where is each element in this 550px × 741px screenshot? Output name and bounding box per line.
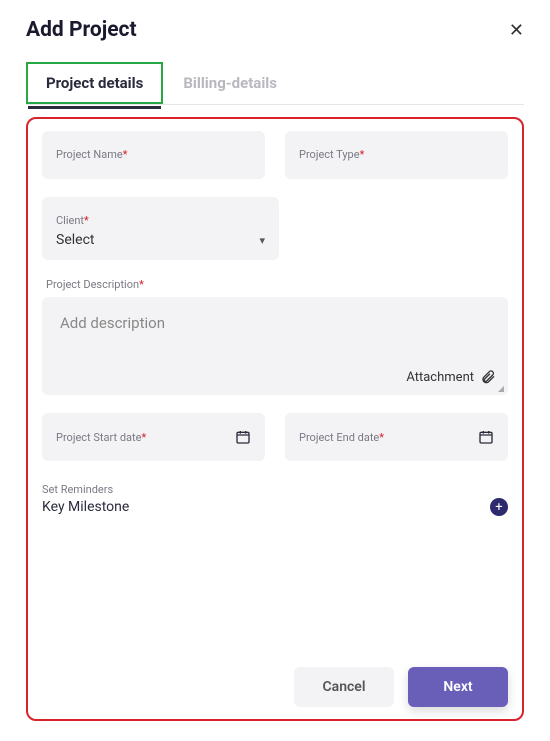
tab-project-details[interactable]: Project details [26, 62, 163, 104]
milestone-text: Key Milestone [42, 499, 129, 515]
next-button[interactable]: Next [408, 667, 508, 707]
project-type-label: Project Type* [299, 148, 364, 161]
milestone-row: Key Milestone + [42, 498, 508, 516]
modal-header: Add Project ✕ [26, 18, 524, 42]
chevron-down-icon: ▾ [259, 234, 265, 247]
cancel-button[interactable]: Cancel [294, 667, 394, 707]
start-date-label: Project Start date* [56, 431, 146, 444]
start-date-field[interactable]: Project Start date* [42, 413, 265, 461]
client-select[interactable]: Select ▾ [56, 232, 265, 248]
reminders-label: Set Reminders [42, 483, 508, 496]
plus-icon: + [495, 500, 502, 515]
description-label: Project Description* [42, 278, 508, 297]
add-project-modal: Add Project ✕ Project details Billing-de… [0, 0, 550, 741]
resize-handle-icon: ◢ [498, 384, 504, 393]
description-placeholder: Add description [60, 314, 165, 332]
row-name-type: Project Name* Project Type* [42, 131, 508, 179]
end-date-field[interactable]: Project End date* [285, 413, 508, 461]
tab-billing-details[interactable]: Billing-details [163, 62, 297, 104]
empty-spacer [299, 197, 508, 260]
attachment-label: Attachment [406, 370, 474, 385]
paperclip-icon [480, 369, 496, 385]
attachment-button[interactable]: Attachment [406, 369, 496, 385]
project-type-field[interactable]: Project Type* [285, 131, 508, 179]
row-dates: Project Start date* Project End date* [42, 413, 508, 461]
client-field[interactable]: Client* Select ▾ [42, 197, 279, 260]
modal-title: Add Project [26, 18, 137, 42]
add-milestone-button[interactable]: + [490, 498, 508, 516]
end-date-label: Project End date* [299, 431, 384, 444]
footer-buttons: Cancel Next [42, 661, 508, 707]
form-panel: Project Name* Project Type* Client* Sele… [26, 117, 524, 721]
tab-bar: Project details Billing-details [26, 62, 524, 105]
flex-spacer [42, 516, 508, 661]
description-field[interactable]: Add description Attachment ◢ [42, 297, 508, 395]
project-name-label: Project Name* [56, 148, 127, 161]
calendar-icon [235, 429, 251, 445]
client-label: Client* [56, 214, 89, 227]
project-name-field[interactable]: Project Name* [42, 131, 265, 179]
client-select-value: Select [56, 232, 94, 248]
description-section: Project Description* Add description Att… [42, 278, 508, 413]
close-button[interactable]: ✕ [509, 20, 524, 41]
row-client: Client* Select ▾ [42, 197, 508, 260]
calendar-icon [478, 429, 494, 445]
